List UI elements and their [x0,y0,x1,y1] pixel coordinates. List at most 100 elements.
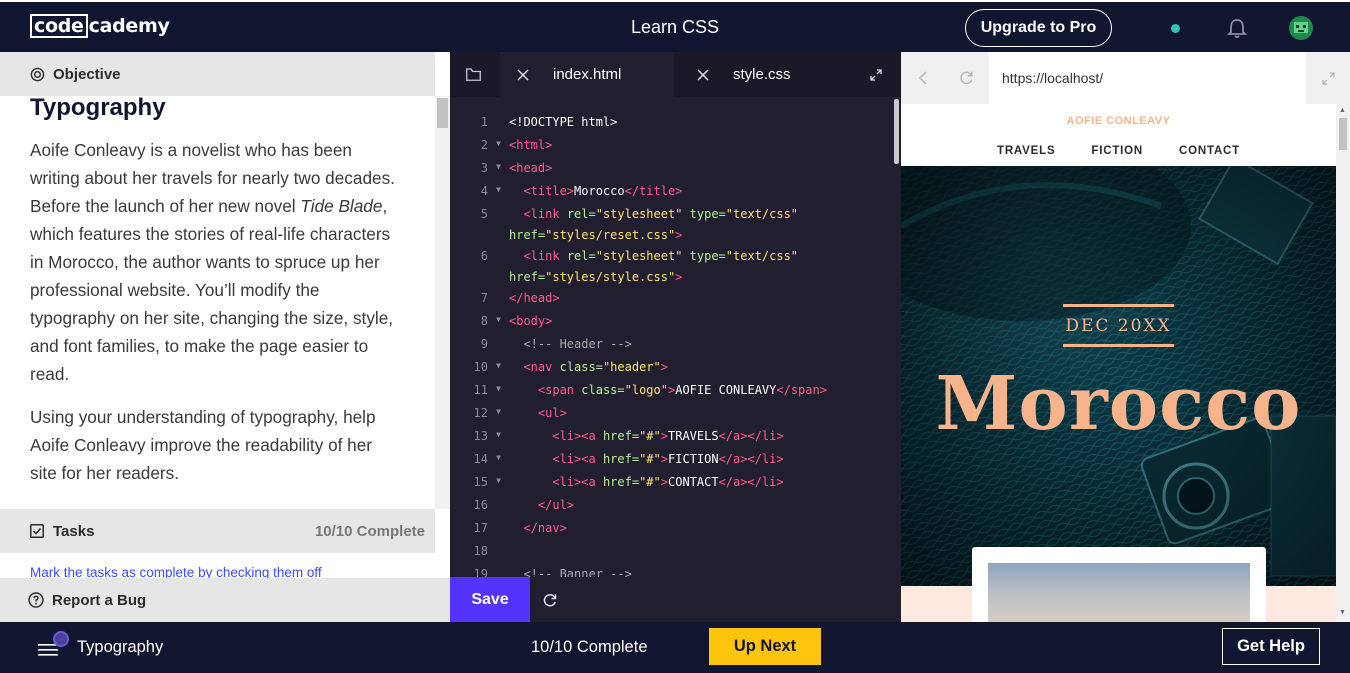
code-text[interactable]: </ul> [509,495,849,518]
instructions-scrollbar[interactable] [435,96,450,509]
tasks-hint-link[interactable]: Mark the tasks as complete by checking t… [30,565,430,578]
scroll-up-arrow[interactable]: ▲ [1339,107,1346,114]
code-line[interactable]: 18 [450,541,891,564]
site-nav-fiction[interactable]: FICTION [1091,145,1143,157]
code-line[interactable]: 3 ▼ <head> [450,158,891,181]
fold-arrow-icon[interactable]: ▼ [488,158,509,181]
code-line[interactable]: 15 ▼ <li><a href="#">CONTACT</a></li> [450,472,891,495]
url-input[interactable] [989,52,1306,104]
code-line[interactable]: 10 ▼ <nav class="header"> [450,357,891,380]
card-image [988,563,1250,622]
fold-arrow-icon[interactable]: ▼ [488,472,509,495]
close-icon[interactable] [697,68,709,81]
fold-arrow-icon[interactable]: ▼ [488,135,509,158]
codecademy-logo[interactable]: code cademy [30,14,170,38]
code-text[interactable]: <link rel="stylesheet" type="text/css" h… [509,204,849,246]
code-text[interactable]: <html> [509,135,849,158]
code-line[interactable]: 8 ▼ <body> [450,311,891,334]
code-text[interactable]: <link rel="stylesheet" type="text/css" h… [509,246,849,288]
tasks-header[interactable]: Tasks 10/10 Complete [0,509,435,553]
logo-rest-text: cademy [88,15,170,37]
expand-icon[interactable] [870,69,882,81]
current-lesson-name: Typography [77,638,164,656]
code-text[interactable]: <li><a href="#">CONTACT</a></li> [509,472,849,495]
scrollbar-thumb[interactable] [1339,118,1347,150]
scrollbar-thumb[interactable] [894,99,899,164]
editor-tabbar: index.html style.css [450,52,901,97]
fold-arrow-icon[interactable]: ▼ [488,449,509,472]
code-text[interactable]: <body> [509,311,849,334]
scrollbar-thumb[interactable] [437,98,448,128]
fullscreen-icon[interactable] [1322,72,1335,85]
code-line[interactable]: 17 </nav> [450,518,891,541]
code-text[interactable]: <!DOCTYPE html> [509,112,849,135]
code-line[interactable]: 13 ▼ <li><a href="#">TRAVELS</a></li> [450,426,891,449]
scroll-down-arrow[interactable]: ▼ [1339,609,1346,616]
site-header: AOFIE CONLEAVY TRAVELS FICTION CONTACT [901,104,1336,166]
code-text[interactable]: <!-- Header --> [509,334,849,357]
code-line[interactable]: 4 ▼ <title>Morocco</title> [450,181,891,204]
line-number: 16 [473,498,488,512]
fold-gutter [488,246,509,288]
code-text[interactable]: <ul> [509,403,849,426]
folder-icon[interactable] [466,68,481,81]
site-logo[interactable]: AOFIE CONLEAVY [901,115,1336,127]
bell-icon[interactable] [1226,17,1248,39]
code-line[interactable]: 5 <link rel="stylesheet" type="text/css"… [450,204,891,246]
code-area[interactable]: 1 <!DOCTYPE html> 2 ▼ <html> 3 ▼ <head> 4 ▼ <titl… [450,97,891,577]
fold-arrow-icon[interactable]: ▼ [488,357,509,380]
line-number: 10 [473,360,488,374]
report-bug-button[interactable]: Report a Bug [0,578,450,622]
tab-index-html[interactable]: index.html [500,52,674,97]
fold-arrow-icon[interactable]: ▼ [488,311,509,334]
upgrade-to-pro-button[interactable]: Upgrade to Pro [965,9,1112,47]
objective-header[interactable]: Objective [0,52,435,96]
site-nav-travels[interactable]: TRAVELS [997,145,1055,157]
code-line[interactable]: 6 <link rel="stylesheet" type="text/css"… [450,246,891,288]
logo-box-text: code [30,14,88,38]
fold-gutter [488,112,509,135]
code-line[interactable]: 14 ▼ <li><a href="#">FICTION</a></li> [450,449,891,472]
code-text[interactable]: <head> [509,158,849,181]
code-text[interactable]: </nav> [509,518,849,541]
code-text[interactable]: <nav class="header"> [509,357,849,380]
code-scrollbar[interactable] [891,97,901,577]
lesson-title: Typography [30,96,166,121]
code-line[interactable]: 1 <!DOCTYPE html> [450,112,891,135]
line-number: 9 [480,337,488,351]
fold-arrow-icon[interactable]: ▼ [488,181,509,204]
objective-target-icon [30,67,45,81]
reload-icon[interactable] [959,70,974,85]
code-text[interactable]: <title>Morocco</title> [509,181,849,204]
close-icon[interactable] [517,68,529,81]
code-text[interactable]: <span class="logo">AOFIE CONLEAVY</span> [509,380,849,403]
code-line[interactable]: 12 ▼ <ul> [450,403,891,426]
refresh-icon[interactable] [542,592,558,608]
code-line[interactable]: 7 </head> [450,288,891,311]
code-line[interactable]: 2 ▼ <html> [450,135,891,158]
instructions-panel: Objective Typography Aoife Conleavy is a… [0,52,450,622]
code-line[interactable]: 9 <!-- Header --> [450,334,891,357]
code-line[interactable]: 11 ▼ <span class="logo">AOFIE CONLEAVY</s… [450,380,891,403]
save-button[interactable]: Save [450,577,530,622]
code-text[interactable]: <li><a href="#">TRAVELS</a></li> [509,426,849,449]
fold-arrow-icon[interactable]: ▼ [488,403,509,426]
code-line[interactable]: 19 <!-- Banner --> [450,564,891,577]
site-nav-contact[interactable]: CONTACT [1179,145,1240,157]
up-next-button[interactable]: Up Next [709,628,821,665]
code-line[interactable]: 16 </ul> [450,495,891,518]
get-help-button[interactable]: Get Help [1222,628,1320,665]
preview-scrollbar[interactable]: ▲ ▼ [1336,104,1350,622]
code-text[interactable] [509,541,849,564]
tab-style-css[interactable]: style.css [674,52,874,97]
fold-arrow-icon[interactable]: ▼ [488,426,509,449]
lesson-progress: 10/10 Complete [531,638,648,656]
back-arrow-icon[interactable] [917,71,929,85]
fold-arrow-icon[interactable]: ▼ [488,380,509,403]
fold-gutter [488,564,509,577]
avatar-icon[interactable] [1289,16,1313,40]
tasks-count: 10/10 Complete [314,522,425,540]
code-text[interactable]: <li><a href="#">FICTION</a></li> [509,449,849,472]
code-text[interactable]: </head> [509,288,849,311]
code-text[interactable]: <!-- Banner --> [509,564,849,577]
